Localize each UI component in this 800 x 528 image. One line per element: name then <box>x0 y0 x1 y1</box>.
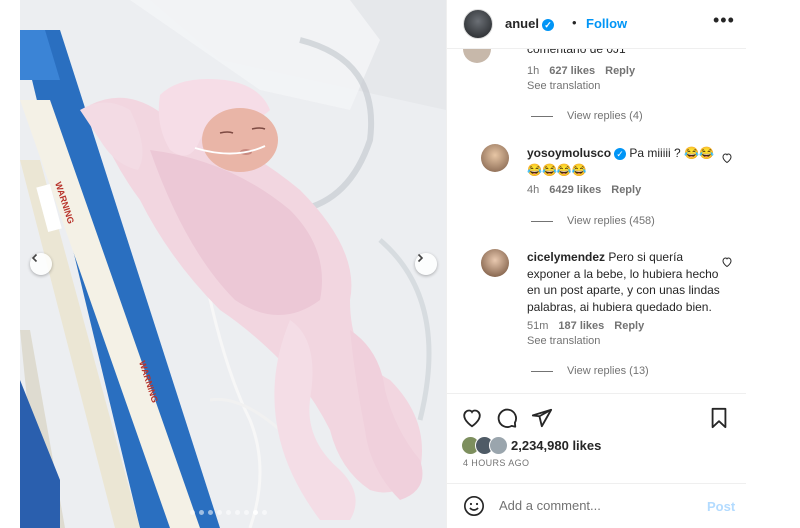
previous-image-button[interactable] <box>30 253 52 275</box>
comment-body-line3: en un post aparte, y con unas lindas <box>527 283 720 297</box>
comment-meta: 4h 6429 likes Reply <box>527 184 651 196</box>
view-replies-label: View replies (4) <box>567 110 643 122</box>
next-image-button[interactable] <box>415 253 437 275</box>
comment-text: cicelymendez Pero si quería exponer a la… <box>527 249 720 315</box>
comment-body-line2: exponer a la bebe, lo hubiera hecho <box>527 266 719 281</box>
comment-time: 1h <box>527 65 540 77</box>
see-translation-button[interactable]: See translation <box>527 80 600 92</box>
comment-time: 4h <box>527 184 540 196</box>
post-media[interactable]: WARNING WARNING <box>20 0 446 528</box>
comment-text: comentario de 0J1 <box>527 49 626 56</box>
view-replies-button[interactable]: View replies (13) <box>531 365 649 377</box>
comment-body-line4: palabras, ai hubiera quedado bien. <box>527 299 712 314</box>
post-time-ago: 4 HOURS AGO <box>463 458 530 468</box>
post-comment-button[interactable]: Post <box>707 499 735 514</box>
verified-badge-icon: ✓ <box>541 18 554 31</box>
replies-divider <box>531 115 553 117</box>
reply-button[interactable]: Reply <box>605 65 635 77</box>
comment-username[interactable]: yosoymolusco <box>527 146 611 160</box>
carousel-dot[interactable] <box>262 510 267 515</box>
reply-button[interactable]: Reply <box>614 320 644 332</box>
carousel-dots <box>190 510 267 515</box>
carousel-dot[interactable] <box>235 510 240 515</box>
carousel-dot[interactable] <box>190 510 195 515</box>
carousel-dot[interactable] <box>199 510 204 515</box>
chevron-left-icon <box>31 253 38 263</box>
comment-input[interactable] <box>497 497 701 514</box>
carousel-dot[interactable] <box>253 510 258 515</box>
comments-list[interactable]: comentario de 0J1 1h 627 likes Reply See t… <box>447 49 746 393</box>
chevron-right-icon <box>417 253 424 263</box>
share-send-icon[interactable] <box>531 407 553 429</box>
carousel-dot[interactable] <box>226 510 231 515</box>
post-dialog: WARNING WARNING anuel ✓ • Follow ••• com… <box>20 0 746 528</box>
comment-likes[interactable]: 627 likes <box>549 65 595 77</box>
post-header: anuel ✓ • Follow ••• <box>447 0 746 49</box>
post-side-panel: anuel ✓ • Follow ••• comentario de 0J1 1h… <box>446 0 746 528</box>
comment-text: yosoymolusco ✓ Pa miiiii ? 😂😂 😂😂😂😂 <box>527 145 714 178</box>
comment-time: 51m <box>527 320 549 332</box>
post-actions: 2,234,980 likes 4 HOURS AGO <box>447 393 746 484</box>
header-separator: • <box>572 15 577 30</box>
view-replies-label: View replies (13) <box>567 365 649 377</box>
comment-body-line2: 😂😂😂😂 <box>527 162 587 177</box>
view-replies-button[interactable]: View replies (458) <box>531 215 655 227</box>
carousel-dot[interactable] <box>244 510 249 515</box>
more-options-icon[interactable]: ••• <box>713 10 735 31</box>
add-comment-bar: Post <box>447 483 746 528</box>
liker-avatar <box>489 436 508 455</box>
carousel-dot[interactable] <box>208 510 213 515</box>
see-translation-button[interactable]: See translation <box>527 335 600 347</box>
view-replies-button[interactable]: View replies (4) <box>531 110 643 122</box>
like-heart-icon[interactable] <box>461 407 483 429</box>
comment-body-line1: Pero si quería <box>608 250 684 264</box>
comment-likes[interactable]: 187 likes <box>558 320 604 332</box>
liked-by-avatars[interactable] <box>461 436 508 455</box>
follow-button[interactable]: Follow <box>586 16 627 31</box>
comment-bubble-icon[interactable] <box>496 407 518 429</box>
emoji-icon[interactable] <box>463 495 485 517</box>
comment-meta: 51m 187 likes Reply <box>527 320 654 332</box>
comment-avatar[interactable] <box>481 144 509 172</box>
verified-badge-icon: ✓ <box>614 147 627 160</box>
author-username[interactable]: anuel ✓ <box>505 16 554 31</box>
author-avatar[interactable] <box>463 9 493 39</box>
like-comment-heart-icon[interactable] <box>721 152 733 164</box>
baby-photo: WARNING WARNING <box>20 0 446 528</box>
replies-divider <box>531 220 553 222</box>
comment-avatar[interactable] <box>463 49 491 63</box>
comment-avatar[interactable] <box>481 249 509 277</box>
comment-username[interactable]: cicelymendez <box>527 250 605 264</box>
save-bookmark-icon[interactable] <box>709 407 729 429</box>
author-username-text: anuel <box>505 16 539 31</box>
view-replies-label: View replies (458) <box>567 215 655 227</box>
carousel-dot[interactable] <box>217 510 222 515</box>
replies-divider <box>531 370 553 372</box>
likes-count[interactable]: 2,234,980 likes <box>511 438 601 453</box>
comment-meta: 1h 627 likes Reply <box>527 65 645 77</box>
comment-body-line1: Pa miiiii ? 😂😂 <box>629 146 714 160</box>
reply-button[interactable]: Reply <box>611 184 641 196</box>
comment-likes[interactable]: 6429 likes <box>549 184 601 196</box>
like-comment-heart-icon[interactable] <box>721 256 733 268</box>
